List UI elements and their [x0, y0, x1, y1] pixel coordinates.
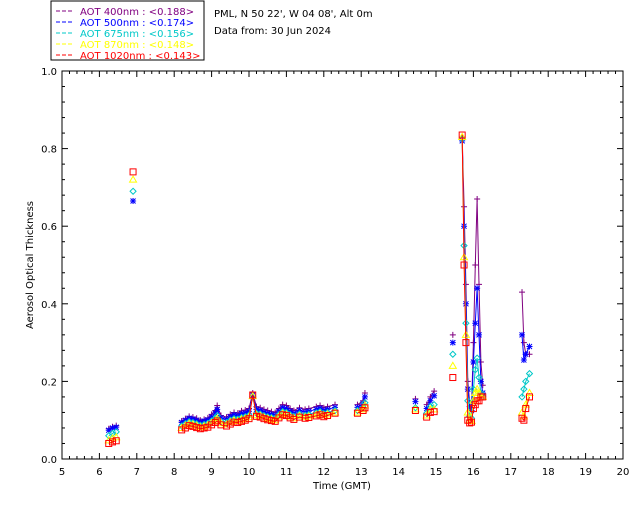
- series-line: [521, 373, 530, 398]
- data-point: [449, 350, 457, 358]
- data-point: [474, 196, 481, 203]
- data-point: [519, 289, 526, 296]
- data-point: [520, 357, 527, 364]
- x-tick-label: 9: [208, 467, 214, 478]
- data-point: [470, 339, 477, 346]
- data-point: [129, 168, 137, 176]
- x-tick-label: 15: [430, 467, 443, 478]
- x-axis-label: Time (GMT): [312, 481, 371, 492]
- data-point: [214, 406, 221, 413]
- legend-label: AOT 500nm : <0.174>: [80, 18, 194, 29]
- series: [105, 137, 533, 434]
- data-point: [449, 331, 456, 338]
- legend-label: AOT 400nm : <0.188>: [80, 7, 194, 18]
- data-point: [522, 351, 529, 358]
- legend-label: AOT 675nm : <0.156>: [80, 29, 194, 40]
- data-point: [448, 361, 458, 369]
- data-point: [431, 392, 438, 399]
- y-tick-label: 0.8: [41, 145, 57, 156]
- aot-chart: AOT 400nm : <0.188>AOT 500nm : <0.174>AO…: [25, 0, 630, 492]
- data-point: [474, 285, 481, 292]
- x-tick-label: 6: [96, 467, 102, 478]
- x-tick-label: 14: [392, 467, 405, 478]
- site-info: PML, N 50 22', W 04 08', Alt 0m: [214, 9, 373, 20]
- x-tick-label: 13: [355, 467, 368, 478]
- y-tick-label: 1.0: [41, 67, 57, 78]
- legend-label: AOT 1020nm : <0.143>: [80, 51, 200, 62]
- legend-label: AOT 870nm : <0.148>: [80, 40, 194, 51]
- data-point: [449, 339, 456, 346]
- data-point: [476, 331, 483, 338]
- data-point: [472, 320, 479, 327]
- data-point: [449, 374, 457, 382]
- data-point: [526, 343, 533, 350]
- series: [105, 133, 533, 432]
- series-layer: [104, 131, 534, 447]
- x-tick-label: 11: [280, 467, 293, 478]
- y-axis-label: Aerosol Optical Thickness: [25, 201, 36, 329]
- data-point: [520, 339, 527, 346]
- series-line: [521, 392, 530, 418]
- x-tick-label: 10: [243, 467, 256, 478]
- date-info: Data from: 30 Jun 2024: [214, 26, 331, 37]
- y-tick-label: 0.6: [41, 222, 57, 233]
- data-point: [130, 197, 137, 204]
- legend: AOT 400nm : <0.188>AOT 500nm : <0.174>AO…: [50, 0, 205, 62]
- x-tick-label: 5: [59, 467, 65, 478]
- y-tick-label: 0.2: [41, 377, 57, 388]
- data-point: [129, 187, 137, 195]
- x-tick-label: 19: [579, 467, 592, 478]
- data-point: [361, 393, 368, 400]
- y-tick-label: 0.4: [41, 300, 57, 311]
- x-tick-label: 12: [317, 467, 330, 478]
- plot-frame: [61, 70, 624, 460]
- data-point: [128, 175, 138, 183]
- data-point: [472, 262, 479, 268]
- x-tick-label: 20: [617, 467, 630, 478]
- x-tick-label: 17: [504, 467, 517, 478]
- data-point: [519, 331, 526, 338]
- data-point: [412, 398, 419, 405]
- x-tick-label: 7: [134, 467, 140, 478]
- x-tick-label: 8: [171, 467, 177, 478]
- y-tick-label: 0.0: [41, 455, 57, 466]
- x-tick-label: 16: [467, 467, 480, 478]
- x-tick-label: 18: [542, 467, 555, 478]
